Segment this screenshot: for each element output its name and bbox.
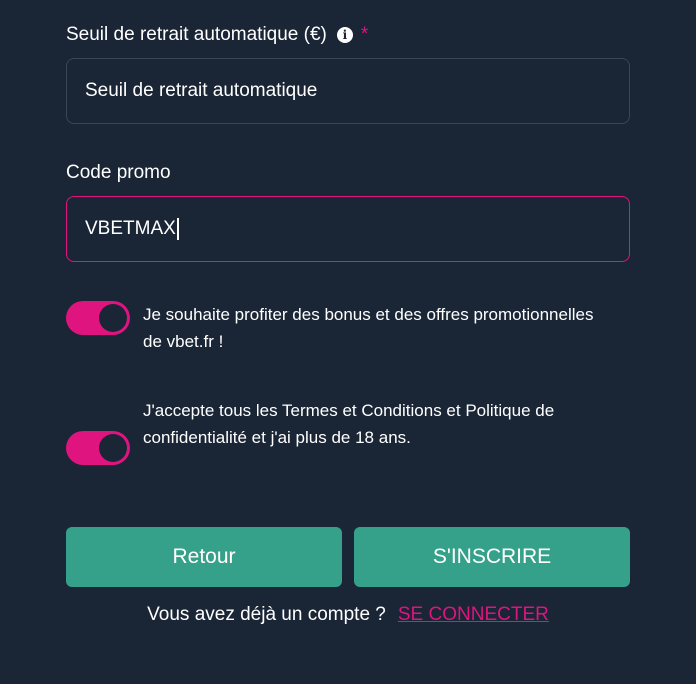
- promo-code-input-value: VBETMAX: [85, 218, 176, 239]
- info-icon[interactable]: i: [336, 27, 353, 43]
- bonus-offers-text: Je souhaite profiter des bonus et des of…: [143, 301, 643, 355]
- promo-code-label: Code promo: [66, 162, 171, 184]
- terms-text-line1: J'accepte tous les Termes et Conditions …: [143, 401, 555, 420]
- toggle-knob: [99, 434, 127, 462]
- toggle-knob: [99, 304, 127, 332]
- login-question: Vous avez déjà un compte ?: [147, 604, 386, 625]
- promo-code-input[interactable]: VBETMAX: [66, 196, 630, 262]
- bonus-offers-toggle[interactable]: [66, 301, 130, 335]
- terms-toggle[interactable]: [66, 431, 130, 465]
- login-prompt: Vous avez déjà un compte ? SE CONNECTER: [0, 604, 696, 626]
- terms-text-line2: confidentialité et j'ai plus de 18 ans.: [143, 428, 411, 447]
- terms-text: J'accepte tous les Termes et Conditions …: [143, 397, 643, 451]
- withdrawal-threshold-input[interactable]: Seuil de retrait automatique: [66, 58, 630, 124]
- withdrawal-threshold-label: Seuil de retrait automatique (€) i *: [66, 24, 368, 46]
- withdrawal-threshold-input-value: Seuil de retrait automatique: [85, 80, 318, 101]
- text-caret: [176, 218, 179, 240]
- login-link[interactable]: SE CONNECTER: [398, 604, 549, 626]
- promo-code-label-text: Code promo: [66, 162, 171, 183]
- required-marker: *: [360, 24, 369, 45]
- bonus-offers-text-line1: Je souhaite profiter des bonus et des of…: [143, 305, 594, 324]
- bonus-offers-text-line2: de vbet.fr !: [143, 332, 224, 351]
- back-button[interactable]: Retour: [66, 527, 342, 587]
- register-button[interactable]: S'INSCRIRE: [354, 527, 630, 587]
- withdrawal-threshold-label-text: Seuil de retrait automatique (€): [66, 24, 327, 45]
